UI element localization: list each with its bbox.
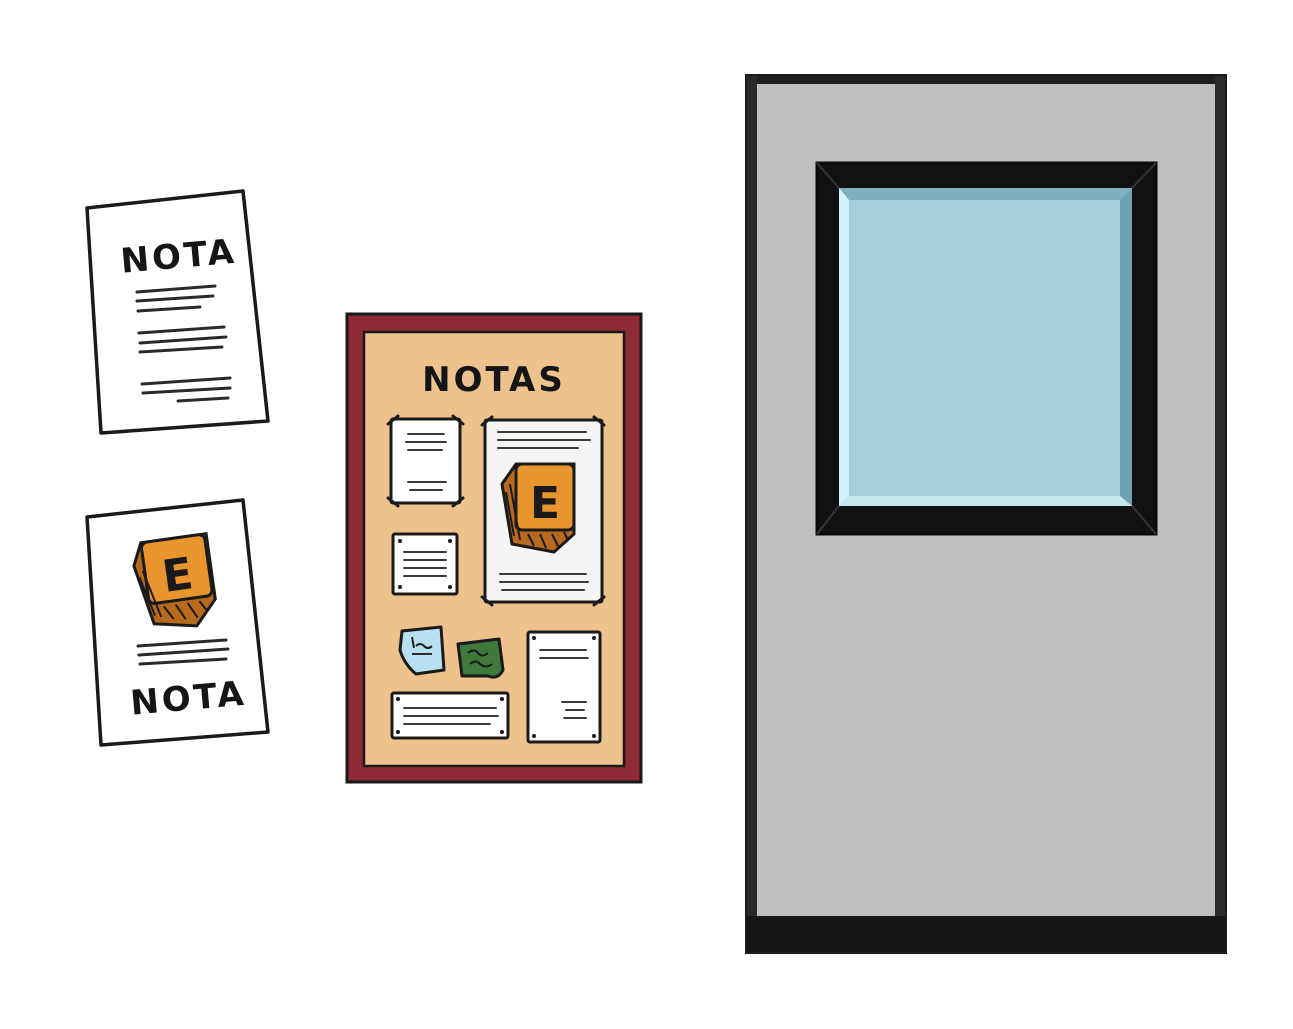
sticky-note-green[interactable]: [456, 637, 505, 679]
door-bottom-kickplate: [747, 916, 1225, 952]
hallway-scene: NOTA E NOTA NOTAS E: [85, 74, 1227, 954]
door-right-edge: [1215, 76, 1225, 952]
board-paper-right-bottom[interactable]: [526, 630, 602, 744]
door-window: [815, 161, 1158, 536]
board-paper-small-top[interactable]: [386, 414, 465, 508]
loose-note-bottom[interactable]: E NOTA: [85, 498, 270, 747]
bulletin-board[interactable]: NOTAS E: [345, 312, 643, 784]
board-paper-large[interactable]: E: [480, 415, 606, 607]
e-badge-letter-board: E: [530, 478, 560, 529]
loose-note-top[interactable]: NOTA: [85, 189, 270, 435]
board-title: NOTAS: [422, 360, 566, 400]
door[interactable]: [745, 74, 1227, 954]
board-paper-bottom-wide[interactable]: [390, 691, 510, 740]
door-top-edge: [747, 76, 1225, 84]
e-badge-icon: E: [500, 462, 576, 554]
board-paper-small-middle[interactable]: [391, 532, 459, 596]
door-left-edge: [747, 76, 757, 952]
